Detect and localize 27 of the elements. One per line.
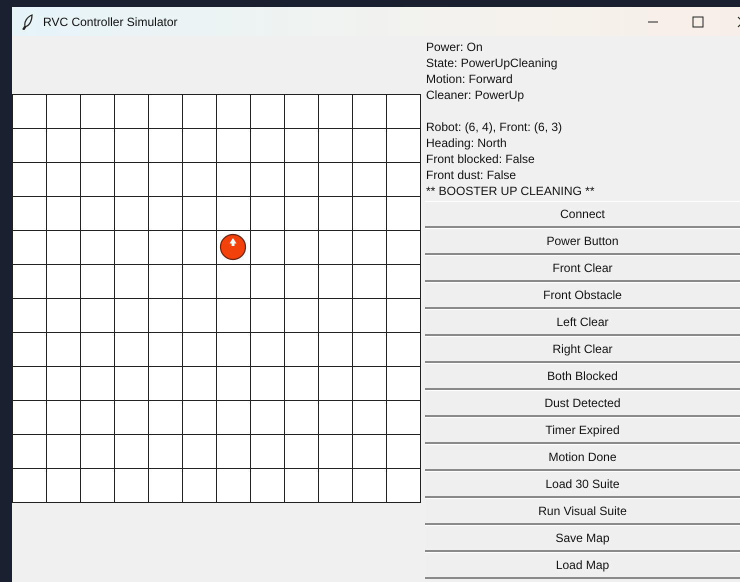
command-button[interactable]: Front Obstacle (425, 282, 740, 309)
command-button[interactable]: Timer Expired (425, 417, 740, 444)
window-title: RVC Controller Simulator (43, 14, 178, 28)
maximize-icon[interactable] (692, 16, 704, 28)
command-button[interactable]: Load Map (425, 552, 740, 579)
command-button[interactable]: Power Button (425, 228, 740, 255)
command-button[interactable]: Load 30 Suite (425, 471, 740, 498)
command-button[interactable]: Both Blocked (425, 363, 740, 390)
command-button[interactable]: Motion Done (425, 444, 740, 471)
command-button[interactable]: Dust Detected (425, 390, 740, 417)
status-text: Heading: North (426, 135, 508, 151)
status-text: ** BOOSTER UP CLEANING ** (426, 183, 596, 199)
command-button[interactable]: Run Visual Suite (425, 498, 740, 525)
status-text: Cleaner: PowerUp (426, 87, 526, 103)
status-text: Front dust: False (426, 167, 518, 183)
status-text: Power: On (426, 39, 484, 55)
status-text: Robot: (6, 4), Front: (6, 3) (426, 119, 564, 135)
robot-icon (220, 234, 246, 260)
command-button[interactable]: Save Map (425, 525, 740, 552)
status-text: Motion: Forward (426, 71, 514, 87)
status-text: State: PowerUpCleaning (426, 55, 558, 71)
command-button[interactable]: Right Clear (425, 336, 740, 363)
command-button[interactable]: Left Clear (425, 309, 740, 336)
command-button[interactable]: Connect (425, 201, 740, 228)
status-text: Front blocked: False (426, 151, 536, 167)
feather-icon (22, 14, 34, 30)
command-button[interactable]: Front Clear (425, 255, 740, 282)
